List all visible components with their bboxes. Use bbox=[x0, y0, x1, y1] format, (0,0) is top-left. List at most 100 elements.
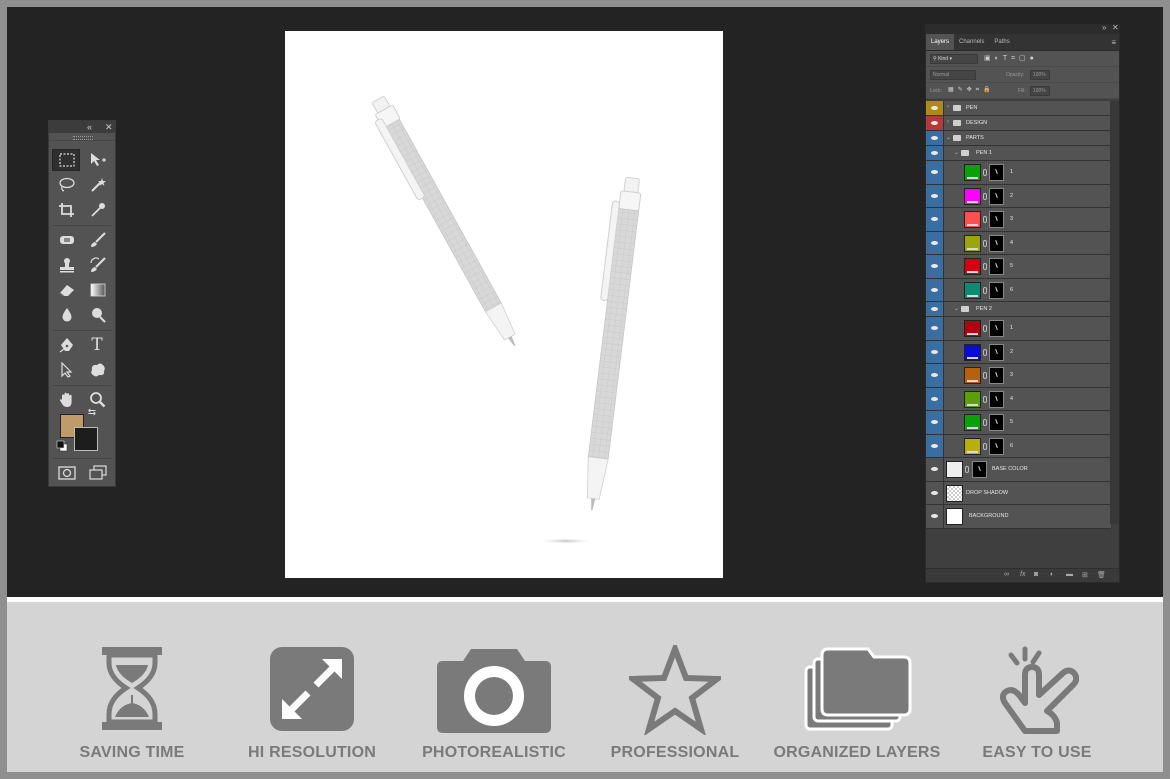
layer-mask-thumbnail[interactable] bbox=[989, 414, 1004, 431]
link-icon[interactable] bbox=[983, 169, 987, 176]
eye-icon[interactable] bbox=[926, 505, 944, 528]
move-icon[interactable] bbox=[83, 149, 111, 171]
tab-layers[interactable]: Layers bbox=[926, 34, 955, 50]
layer-mask-thumbnail[interactable] bbox=[972, 461, 987, 478]
layer-group-pen[interactable]: › PEN bbox=[926, 101, 1111, 116]
hand-tool-icon[interactable] bbox=[52, 389, 80, 411]
fill-input[interactable]: 100% bbox=[1030, 86, 1050, 96]
eye-icon[interactable] bbox=[926, 208, 944, 231]
layer-group-pen-1[interactable]: ⌄ PEN 1 bbox=[926, 146, 1111, 161]
link-icon[interactable] bbox=[983, 325, 987, 332]
brush-icon[interactable] bbox=[83, 229, 111, 251]
tools-panel-header[interactable]: « ✕ bbox=[49, 121, 115, 133]
chevron-down-icon[interactable]: ⌄ bbox=[954, 305, 959, 312]
link-icon[interactable] bbox=[983, 395, 987, 403]
layer-group-parts[interactable]: ⌄ PARTS bbox=[926, 131, 1111, 146]
dodge-icon[interactable] bbox=[83, 304, 111, 326]
path-selection-icon[interactable] bbox=[52, 359, 80, 381]
layer-mask-thumbnail[interactable] bbox=[989, 343, 1004, 361]
eye-icon[interactable] bbox=[926, 317, 944, 340]
link-icon[interactable] bbox=[983, 286, 987, 294]
type-tool-icon[interactable]: T bbox=[83, 334, 111, 356]
chevron-right-icon[interactable]: › bbox=[947, 119, 949, 125]
close-icon[interactable]: ✕ bbox=[105, 121, 113, 133]
eye-icon[interactable] bbox=[926, 434, 944, 457]
link-icon[interactable] bbox=[983, 192, 987, 200]
chevron-right-icon[interactable]: › bbox=[947, 104, 949, 110]
magic-wand-icon[interactable] bbox=[83, 174, 111, 196]
tools-panel[interactable]: « ✕ T ⇆ bbox=[48, 120, 116, 487]
opacity-input[interactable]: 100% bbox=[1030, 70, 1050, 80]
eye-icon[interactable] bbox=[926, 340, 944, 363]
layer-mask-thumbnail[interactable] bbox=[989, 187, 1004, 205]
double-chevron-right-icon[interactable]: » bbox=[1102, 23, 1106, 32]
screen-mode-icon[interactable] bbox=[83, 462, 111, 484]
tab-paths[interactable]: Paths bbox=[989, 34, 1014, 50]
layer-mask-thumbnail[interactable] bbox=[989, 258, 1004, 275]
rectangular-marquee-icon[interactable] bbox=[52, 149, 80, 171]
layer-base-color[interactable]: BASE COLOR bbox=[926, 458, 1111, 482]
layers-panel[interactable]: » ✕ Layers Channels Paths ≡ ⚲ Kind ▾ ▣◐T… bbox=[925, 23, 1120, 583]
eye-icon[interactable] bbox=[926, 302, 944, 316]
layer-pen1-1[interactable]: 1 bbox=[926, 161, 1111, 185]
clone-stamp-icon[interactable] bbox=[52, 254, 80, 276]
close-icon[interactable]: ✕ bbox=[1112, 23, 1119, 32]
layers-panel-topbar[interactable]: » ✕ bbox=[926, 23, 1119, 34]
filter-type-icons[interactable]: ▣◐T⌗▢● bbox=[984, 54, 1038, 63]
eraser-icon[interactable] bbox=[52, 279, 80, 301]
gradient-icon[interactable] bbox=[83, 279, 111, 301]
eye-icon[interactable] bbox=[926, 411, 944, 434]
layer-pen2-3[interactable]: 3 bbox=[926, 364, 1111, 388]
link-layers-icon[interactable]: ∞ bbox=[1004, 571, 1009, 578]
blur-icon[interactable] bbox=[52, 304, 80, 326]
layer-pen1-6[interactable]: 6 bbox=[926, 278, 1111, 302]
eye-icon[interactable] bbox=[926, 101, 944, 115]
custom-shape-icon[interactable] bbox=[83, 359, 111, 381]
link-icon[interactable] bbox=[983, 263, 987, 270]
layer-background[interactable]: BACKGROUND bbox=[926, 505, 1111, 529]
layer-mask-thumbnail[interactable] bbox=[989, 281, 1004, 299]
new-group-icon[interactable]: ▬ bbox=[1066, 571, 1073, 578]
layer-drop-shadow[interactable]: DROP SHADOW bbox=[926, 481, 1111, 505]
layer-mask-thumbnail[interactable] bbox=[989, 234, 1004, 252]
link-icon[interactable] bbox=[983, 419, 987, 426]
layer-pen1-4[interactable]: 4 bbox=[926, 231, 1111, 255]
eye-icon[interactable] bbox=[926, 364, 944, 387]
layer-mask-thumbnail[interactable] bbox=[989, 320, 1004, 337]
layer-pen2-1[interactable]: 1 bbox=[926, 317, 1111, 341]
chevron-down-icon[interactable]: ⌄ bbox=[954, 149, 959, 156]
eyedropper-icon[interactable] bbox=[83, 199, 111, 221]
add-mask-icon[interactable]: ◙ bbox=[1034, 571, 1038, 578]
healing-brush-icon[interactable] bbox=[52, 229, 80, 251]
layer-mask-thumbnail[interactable] bbox=[989, 211, 1004, 228]
layer-pen2-4[interactable]: 4 bbox=[926, 387, 1111, 411]
layer-pen1-2[interactable]: 2 bbox=[926, 184, 1111, 208]
eye-icon[interactable] bbox=[926, 184, 944, 207]
link-icon[interactable] bbox=[983, 442, 987, 450]
eye-icon[interactable] bbox=[926, 131, 944, 145]
layers-scrollbar[interactable] bbox=[1110, 101, 1119, 524]
link-icon[interactable] bbox=[983, 348, 987, 356]
new-layer-icon[interactable]: ⊞ bbox=[1082, 571, 1088, 579]
layer-pen2-6[interactable]: 6 bbox=[926, 434, 1111, 458]
layer-mask-thumbnail[interactable] bbox=[989, 390, 1004, 408]
eye-icon[interactable] bbox=[926, 255, 944, 278]
chevron-down-icon[interactable]: ⌄ bbox=[946, 134, 951, 141]
eye-icon[interactable] bbox=[926, 481, 944, 504]
pen-tool-icon[interactable] bbox=[52, 334, 80, 356]
layer-group-pen-2[interactable]: ⌄ PEN 2 bbox=[926, 302, 1111, 317]
layer-pen1-3[interactable]: 3 bbox=[926, 208, 1111, 232]
layer-mask-thumbnail[interactable] bbox=[989, 367, 1004, 384]
swap-colors-icon[interactable]: ⇆ bbox=[85, 406, 99, 420]
lasso-icon[interactable] bbox=[52, 174, 80, 196]
default-colors-icon[interactable] bbox=[55, 439, 69, 453]
double-chevron-left-icon[interactable]: « bbox=[87, 121, 92, 133]
layer-pen1-5[interactable]: 5 bbox=[926, 255, 1111, 279]
filter-kind-select[interactable]: ⚲ Kind ▾ bbox=[930, 54, 978, 64]
tab-channels[interactable]: Channels bbox=[954, 34, 989, 50]
link-icon[interactable] bbox=[983, 239, 987, 247]
hamburger-menu-icon[interactable]: ≡ bbox=[1111, 38, 1116, 47]
fx-icon[interactable]: fx bbox=[1020, 571, 1025, 578]
adjustment-layer-icon[interactable]: ◐ bbox=[1050, 571, 1054, 578]
link-icon[interactable] bbox=[965, 466, 969, 473]
